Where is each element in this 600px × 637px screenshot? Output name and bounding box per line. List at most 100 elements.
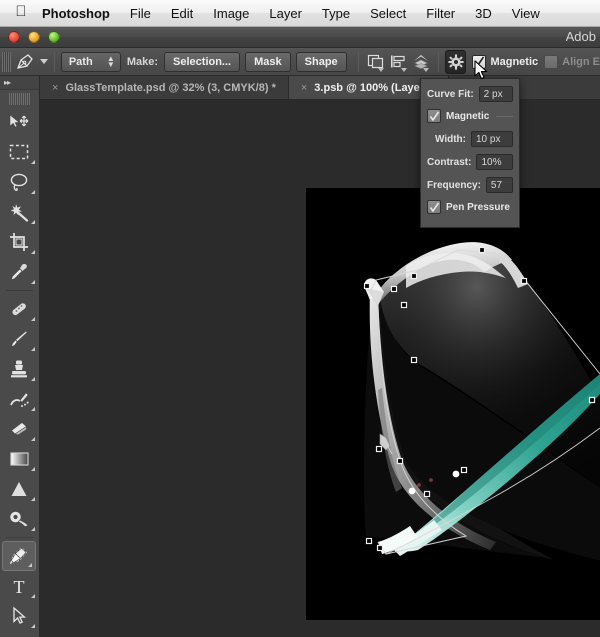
path-arrangement-icon[interactable]: [410, 51, 433, 73]
tool-options-bar: Path ▲▼ Make: Selection... Mask Shape: [0, 48, 600, 76]
tool-corner-triangle-icon: [31, 467, 35, 471]
zoom-button[interactable]: [48, 31, 60, 43]
tool-corner-triangle-icon: [31, 594, 35, 598]
document-tab-label: 3.psb @ 100% (Layer 1,: [314, 82, 436, 94]
menu-item-3d[interactable]: 3D: [465, 6, 502, 21]
close-button[interactable]: [8, 31, 20, 43]
frequency-row: Frequency: 57: [427, 177, 513, 193]
apple-logo-icon[interactable]: : [10, 4, 32, 22]
pen-tool-preset-chevron-icon[interactable]: [40, 59, 48, 64]
align-edges-checkbox-box[interactable]: [544, 55, 558, 69]
curve-fit-input[interactable]: 2 px: [479, 86, 513, 102]
pen-pressure-row[interactable]: Pen Pressure: [427, 200, 513, 214]
close-icon[interactable]: ×: [301, 82, 307, 94]
magic-wand-tool[interactable]: [0, 197, 38, 227]
history-brush-tool[interactable]: [0, 384, 38, 414]
menu-item-edit[interactable]: Edit: [161, 6, 203, 21]
gradient-tool[interactable]: [0, 444, 38, 474]
toolbox-collapse-button[interactable]: ▸▸: [0, 76, 39, 90]
contrast-row: Contrast: 10%: [427, 154, 513, 170]
menu-item-file[interactable]: File: [120, 6, 161, 21]
move-tool[interactable]: [0, 107, 38, 137]
magnetic-pen-options-popup[interactable]: Curve Fit: 2 px Magnetic Width: 10 px Co…: [420, 78, 520, 228]
path-mode-stepper-icon: ▲▼: [107, 56, 115, 68]
clone-stamp-tool[interactable]: [0, 354, 38, 384]
tool-corner-triangle-icon: [31, 407, 35, 411]
document-tab-label: GlassTemplate.psd @ 32% (3, CMYK/8) *: [65, 82, 275, 94]
pen-tool[interactable]: [2, 541, 36, 571]
pen-tool-icon[interactable]: [15, 51, 37, 73]
path-alignment-chevron-icon: [401, 68, 407, 72]
tool-corner-triangle-icon: [28, 563, 32, 567]
eraser-tool[interactable]: [0, 414, 38, 444]
menu-item-type[interactable]: Type: [312, 6, 360, 21]
path-arrangement-chevron-icon: [423, 68, 429, 72]
magnetic-section-divider: [496, 116, 513, 117]
path-mode-value: Path: [69, 56, 93, 68]
dodge-tool[interactable]: [0, 504, 38, 534]
magnetic-option-row[interactable]: Magnetic: [427, 109, 513, 123]
width-input[interactable]: 10 px: [471, 131, 513, 147]
frequency-input[interactable]: 57: [486, 177, 513, 193]
path-alignment-icon[interactable]: [387, 51, 410, 73]
options-bar-grip[interactable]: [2, 52, 11, 72]
magnetic-label: Magnetic: [490, 56, 538, 68]
curve-fit-row: Curve Fit: 2 px: [427, 86, 513, 102]
lasso-tool[interactable]: [0, 167, 38, 197]
magnetic-option-checkbox[interactable]: [427, 109, 441, 123]
brush-tool[interactable]: [0, 324, 38, 354]
path-selection-tool[interactable]: [0, 601, 38, 631]
tool-corner-triangle-icon: [31, 527, 35, 531]
tool-corner-triangle-icon: [31, 624, 35, 628]
contrast-input[interactable]: 10%: [476, 154, 513, 170]
crop-tool[interactable]: [0, 227, 38, 257]
tool-corner-triangle-icon: [31, 437, 35, 441]
image-canvas[interactable]: [306, 188, 600, 620]
marquee-tool[interactable]: [0, 137, 38, 167]
shape-tool[interactable]: [0, 631, 38, 637]
toolbox-grip[interactable]: [9, 93, 31, 105]
eyedropper-tool[interactable]: [0, 257, 38, 287]
width-row: Width: 10 px: [427, 131, 513, 147]
menu-item-image[interactable]: Image: [203, 6, 259, 21]
options-separator-2: [358, 52, 359, 72]
pen-pressure-checkbox[interactable]: [427, 200, 441, 214]
type-tool[interactable]: T: [0, 571, 38, 601]
tool-corner-triangle-icon: [31, 250, 35, 254]
window-title: Adob: [566, 29, 596, 44]
blur-tool[interactable]: [0, 474, 38, 504]
path-mode-select[interactable]: Path ▲▼: [61, 52, 121, 72]
align-edges-checkbox[interactable]: Align E: [544, 55, 600, 69]
tools-panel: ▸▸: [0, 76, 40, 637]
tool-corner-triangle-icon: [31, 497, 35, 501]
minimize-button[interactable]: [28, 31, 40, 43]
macos-menu-bar:  Photoshop File Edit Image Layer Type S…: [0, 0, 600, 27]
menu-item-photoshop[interactable]: Photoshop: [32, 6, 120, 21]
window-title-bar: Adob: [0, 27, 600, 48]
svg-text:T: T: [14, 577, 25, 596]
pen-pressure-label: Pen Pressure: [446, 202, 510, 213]
tool-corner-triangle-icon: [31, 377, 35, 381]
healing-brush-tool[interactable]: [0, 294, 38, 324]
menu-item-view[interactable]: View: [502, 6, 550, 21]
curve-fit-label: Curve Fit:: [427, 89, 474, 100]
tool-corner-triangle-icon: [31, 280, 35, 284]
make-label: Make:: [121, 56, 164, 68]
tool-corner-triangle-icon: [31, 220, 35, 224]
photoshop-window:  Photoshop File Edit Image Layer Type S…: [0, 0, 600, 637]
close-icon[interactable]: ×: [52, 82, 58, 94]
make-shape-button[interactable]: Shape: [296, 52, 347, 72]
toolbox-separator-2: [6, 537, 33, 538]
gear-icon[interactable]: [445, 50, 466, 74]
make-mask-button[interactable]: Mask: [245, 52, 291, 72]
path-operations-icon[interactable]: [365, 51, 388, 73]
menu-item-select[interactable]: Select: [360, 6, 416, 21]
make-selection-button[interactable]: Selection...: [164, 52, 240, 72]
document-tab-glasstemplate[interactable]: × GlassTemplate.psd @ 32% (3, CMYK/8) *: [40, 76, 289, 99]
tool-corner-triangle-icon: [31, 317, 35, 321]
align-edges-label: Align E: [562, 56, 600, 68]
menu-item-layer[interactable]: Layer: [259, 6, 312, 21]
options-separator-1: [54, 52, 55, 72]
toolbox-separator-1: [6, 290, 33, 291]
menu-item-filter[interactable]: Filter: [416, 6, 465, 21]
